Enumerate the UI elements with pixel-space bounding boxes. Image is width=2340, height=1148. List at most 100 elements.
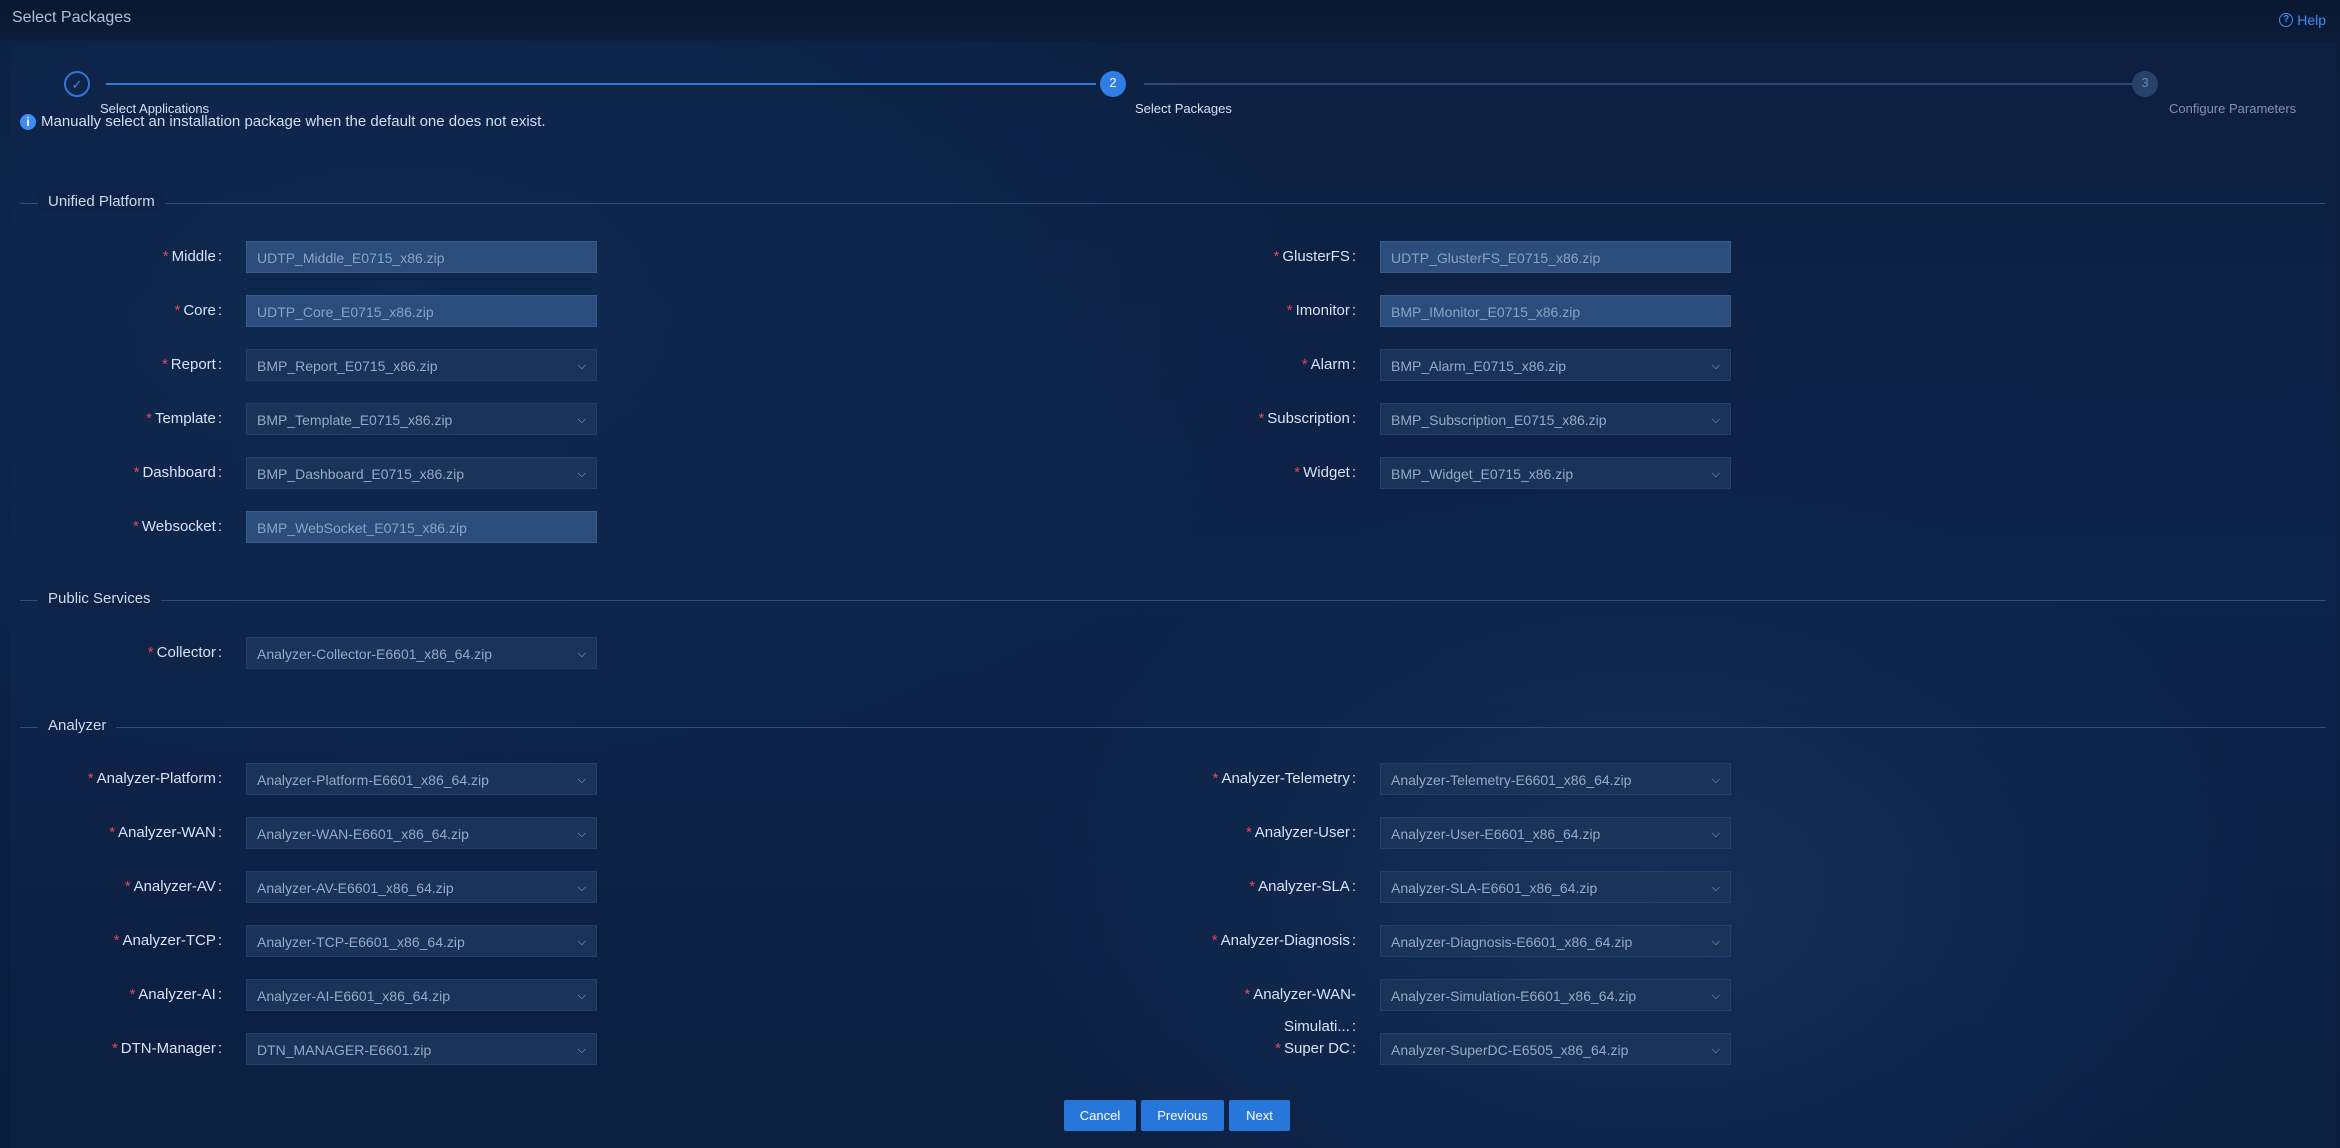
core-label: * Core:	[174, 302, 222, 319]
subscription-label: * Subscription:	[1258, 410, 1356, 427]
analyzer-telemetry-select[interactable]: Analyzer-Telemetry-E6601_x86_64.zip ⌵	[1380, 763, 1731, 795]
step-1-check-icon: ✓	[64, 71, 90, 97]
analyzer-wan-simulation-label: * Analyzer-WAN-Simulati...:	[1244, 986, 1356, 1035]
analyzer-wan-select[interactable]: Analyzer-WAN-E6601_x86_64.zip ⌵	[246, 817, 597, 849]
chevron-down-icon: ⌵	[577, 468, 586, 480]
alarm-label: * Alarm:	[1301, 356, 1356, 373]
chevron-down-icon: ⌵	[577, 648, 586, 660]
analyzer-tcp-select[interactable]: Analyzer-TCP-E6601_x86_64.zip ⌵	[246, 925, 597, 957]
template-value: BMP_Template_E0715_x86.zip	[257, 412, 453, 428]
alarm-select[interactable]: BMP_Alarm_E0715_x86.zip ⌵	[1380, 349, 1731, 381]
dtn-manager-label: * DTN-Manager:	[111, 1040, 222, 1057]
analyzer-wan-simulation-select[interactable]: Analyzer-Simulation-E6601_x86_64.zip ⌵	[1380, 979, 1731, 1011]
chevron-down-icon: ⌵	[1711, 882, 1720, 894]
subscription-value: BMP_Subscription_E0715_x86.zip	[1391, 412, 1607, 428]
analyzer-wan-label: * Analyzer-WAN:	[109, 824, 222, 841]
middle-label: * Middle:	[162, 248, 222, 265]
middle-input[interactable]: UDTP_Middle_E0715_x86.zip	[246, 241, 597, 273]
chevron-down-icon: ⌵	[1711, 414, 1720, 426]
imonitor-label: * Imonitor:	[1286, 302, 1356, 319]
websocket-input[interactable]: BMP_WebSocket_E0715_x86.zip	[246, 511, 597, 543]
report-label: * Report:	[161, 356, 222, 373]
chevron-down-icon: ⌵	[577, 414, 586, 426]
question-circle-icon: ?	[2279, 13, 2294, 27]
analyzer-ai-value: Analyzer-AI-E6601_x86_64.zip	[257, 988, 451, 1004]
chevron-down-icon: ⌵	[577, 828, 586, 840]
collector-value: Analyzer-Collector-E6601_x86_64.zip	[257, 646, 493, 662]
section-divider	[20, 600, 2326, 601]
analyzer-av-label: * Analyzer-AV:	[124, 878, 222, 895]
step-2-label: Select Packages	[1135, 101, 1232, 116]
template-label: * Template:	[146, 410, 222, 427]
analyzer-sla-select[interactable]: Analyzer-SLA-E6601_x86_64.zip ⌵	[1380, 871, 1731, 903]
chevron-down-icon: ⌵	[577, 882, 586, 894]
glusterfs-input[interactable]: UDTP_GlusterFS_E0715_x86.zip	[1380, 241, 1731, 273]
chevron-down-icon: ⌵	[1711, 468, 1720, 480]
step-connector-pending	[1144, 83, 2134, 85]
chevron-down-icon: ⌵	[1711, 936, 1720, 948]
report-value: BMP_Report_E0715_x86.zip	[257, 358, 438, 374]
collector-select[interactable]: Analyzer-Collector-E6601_x86_64.zip ⌵	[246, 637, 597, 669]
websocket-label: * Websocket:	[133, 518, 222, 535]
widget-select[interactable]: BMP_Widget_E0715_x86.zip ⌵	[1380, 457, 1731, 489]
info-icon: i	[20, 113, 36, 130]
dashboard-value: BMP_Dashboard_E0715_x86.zip	[257, 466, 465, 482]
chevron-down-icon: ⌵	[577, 936, 586, 948]
section-public-services: Public Services	[20, 590, 2326, 610]
help-link[interactable]: ? Help	[2279, 12, 2326, 28]
analyzer-diagnosis-label: * Analyzer-Diagnosis:	[1211, 932, 1356, 949]
dtn-manager-value: DTN_MANAGER-E6601.zip	[257, 1042, 432, 1058]
analyzer-diagnosis-select[interactable]: Analyzer-Diagnosis-E6601_x86_64.zip ⌵	[1380, 925, 1731, 957]
analyzer-sla-value: Analyzer-SLA-E6601_x86_64.zip	[1391, 880, 1598, 896]
chevron-down-icon: ⌵	[1711, 1044, 1720, 1056]
template-select[interactable]: BMP_Template_E0715_x86.zip ⌵	[246, 403, 597, 435]
report-select[interactable]: BMP_Report_E0715_x86.zip ⌵	[246, 349, 597, 381]
dtn-manager-select[interactable]: DTN_MANAGER-E6601.zip ⌵	[246, 1033, 597, 1065]
analyzer-user-label: * Analyzer-User:	[1245, 824, 1356, 841]
analyzer-platform-label: * Analyzer-Platform:	[87, 770, 222, 787]
glusterfs-label: * GlusterFS:	[1273, 248, 1356, 265]
chevron-down-icon: ⌵	[577, 774, 586, 786]
super-dc-value: Analyzer-SuperDC-E6505_x86_64.zip	[1391, 1042, 1629, 1058]
analyzer-ai-select[interactable]: Analyzer-AI-E6601_x86_64.zip ⌵	[246, 979, 597, 1011]
analyzer-wan-simulation-value: Analyzer-Simulation-E6601_x86_64.zip	[1391, 988, 1637, 1004]
analyzer-tcp-value: Analyzer-TCP-E6601_x86_64.zip	[257, 934, 465, 950]
dashboard-select[interactable]: BMP_Dashboard_E0715_x86.zip ⌵	[246, 457, 597, 489]
super-dc-label: * Super DC:	[1275, 1040, 1356, 1057]
analyzer-ai-label: * Analyzer-AI:	[129, 986, 222, 1003]
chevron-down-icon: ⌵	[1711, 774, 1720, 786]
section-title: Public Services	[38, 590, 161, 607]
step-3-circle: 3	[2132, 71, 2158, 97]
chevron-down-icon: ⌵	[1711, 990, 1720, 1002]
analyzer-platform-select[interactable]: Analyzer-Platform-E6601_x86_64.zip ⌵	[246, 763, 597, 795]
previous-button[interactable]: Previous	[1141, 1100, 1224, 1131]
step-2-circle: 2	[1100, 71, 1126, 97]
analyzer-tcp-label: * Analyzer-TCP:	[113, 932, 222, 949]
analyzer-diagnosis-value: Analyzer-Diagnosis-E6601_x86_64.zip	[1391, 934, 1633, 950]
analyzer-sla-label: * Analyzer-SLA:	[1249, 878, 1356, 895]
chevron-down-icon: ⌵	[577, 1044, 586, 1056]
section-unified-platform: Unified Platform	[20, 193, 2326, 213]
alarm-value: BMP_Alarm_E0715_x86.zip	[1391, 358, 1567, 374]
imonitor-input[interactable]: BMP_IMonitor_E0715_x86.zip	[1380, 295, 1731, 327]
section-title: Unified Platform	[38, 193, 165, 210]
page-title: Select Packages	[12, 9, 132, 26]
next-button[interactable]: Next	[1229, 1100, 1290, 1131]
chevron-down-icon: ⌵	[1711, 360, 1720, 372]
cancel-button[interactable]: Cancel	[1064, 1100, 1136, 1131]
analyzer-telemetry-value: Analyzer-Telemetry-E6601_x86_64.zip	[1391, 772, 1632, 788]
analyzer-platform-value: Analyzer-Platform-E6601_x86_64.zip	[257, 772, 489, 788]
info-text: Manually select an installation package …	[41, 113, 546, 130]
super-dc-select[interactable]: Analyzer-SuperDC-E6505_x86_64.zip ⌵	[1380, 1033, 1731, 1065]
subscription-select[interactable]: BMP_Subscription_E0715_x86.zip ⌵	[1380, 403, 1731, 435]
help-label: Help	[2297, 12, 2326, 28]
section-title: Analyzer	[38, 717, 117, 734]
analyzer-user-select[interactable]: Analyzer-User-E6601_x86_64.zip ⌵	[1380, 817, 1731, 849]
analyzer-av-select[interactable]: Analyzer-AV-E6601_x86_64.zip ⌵	[246, 871, 597, 903]
chevron-down-icon: ⌵	[577, 990, 586, 1002]
analyzer-wan-value: Analyzer-WAN-E6601_x86_64.zip	[257, 826, 469, 842]
core-input[interactable]: UDTP_Core_E0715_x86.zip	[246, 295, 597, 327]
widget-value: BMP_Widget_E0715_x86.zip	[1391, 466, 1574, 482]
step-connector-done	[106, 83, 1096, 85]
analyzer-av-value: Analyzer-AV-E6601_x86_64.zip	[257, 880, 454, 896]
